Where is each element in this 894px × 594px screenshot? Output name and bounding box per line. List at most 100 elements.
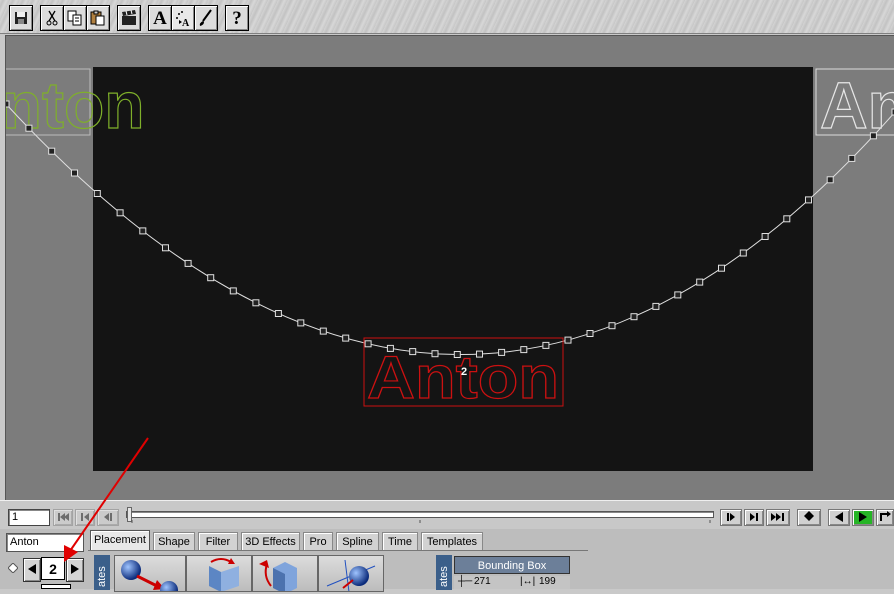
help-label: ? <box>232 7 242 29</box>
save-button[interactable] <box>9 5 33 31</box>
skew-tool-button[interactable] <box>186 555 252 592</box>
rotate-tool-button[interactable] <box>252 555 318 594</box>
tab-label: 3D Effects <box>245 536 296 548</box>
bbox-width-icon: ┼─ <box>458 576 473 587</box>
path-keyframe-handle[interactable] <box>48 147 56 155</box>
play-reverse-button[interactable] <box>828 509 850 526</box>
tab-shape[interactable]: Shape <box>153 532 195 550</box>
panel-side-label: ates <box>94 555 110 590</box>
path-keyframe-handle[interactable] <box>586 330 594 337</box>
axis-tool-button[interactable] <box>318 555 384 593</box>
cut-icon <box>46 10 58 26</box>
tab-time[interactable]: Time <box>382 532 418 550</box>
tab-label: Pro <box>309 536 327 548</box>
path-keyframe-handle[interactable] <box>162 244 169 252</box>
path-keyframe-handle[interactable] <box>139 227 147 235</box>
end-ghost-text: Anton <box>820 68 894 142</box>
path-keyframe-handle[interactable] <box>342 334 350 342</box>
path-keyframe-handle[interactable] <box>848 154 856 162</box>
play-button[interactable] <box>852 509 874 526</box>
path-keyframe-handle[interactable] <box>25 124 33 132</box>
cube-rotate-icon <box>259 560 297 594</box>
add-keyframe-button[interactable] <box>797 509 821 526</box>
object-number[interactable]: 2 <box>41 557 65 580</box>
path-keyframe-handle[interactable] <box>116 209 124 217</box>
copy-button[interactable] <box>63 5 87 31</box>
timeline-ticks <box>131 520 711 523</box>
frame-back-button[interactable] <box>97 509 119 526</box>
path-keyframe-handle[interactable] <box>319 327 327 335</box>
path-keyframe-handle[interactable] <box>869 132 877 140</box>
object-next-field[interactable] <box>41 584 71 589</box>
selected-title[interactable]: Anton 2 <box>363 337 564 412</box>
path-keyframe-handle[interactable] <box>229 287 237 295</box>
tab-label: Placement <box>94 534 146 546</box>
path-keyframe-handle[interactable] <box>674 291 682 299</box>
tab-3d-effects[interactable]: 3D Effects <box>241 532 300 550</box>
path-keyframe-handle[interactable] <box>652 302 660 310</box>
bounding-box-title: Bounding Box <box>454 556 570 574</box>
preview-viewport[interactable]: Anton Anton Anton 2 <box>5 35 894 500</box>
path-keyframe-handle[interactable] <box>297 319 305 327</box>
svg-text:A: A <box>182 18 190 27</box>
path-keyframe-handle[interactable] <box>184 259 192 267</box>
path-keyframe-handle[interactable] <box>783 215 791 223</box>
tab-placement[interactable]: Placement <box>90 530 150 551</box>
prev-object-button[interactable] <box>23 558 41 582</box>
timeline-slider[interactable] <box>126 511 714 518</box>
brush-button[interactable] <box>194 5 218 31</box>
path-keyframe-handle[interactable] <box>718 264 725 272</box>
skip-end-icon <box>771 513 784 521</box>
next-object-button[interactable] <box>66 558 84 582</box>
paste-icon <box>90 10 105 26</box>
text-path-icon: A <box>176 11 190 27</box>
go-start-button[interactable] <box>53 509 73 526</box>
path-keyframe-handle[interactable] <box>630 313 638 321</box>
path-keyframe-handle[interactable] <box>6 100 10 108</box>
path-keyframe-handle[interactable] <box>274 310 282 317</box>
end-ghost-title[interactable]: Anton <box>815 67 894 143</box>
step-forward-button[interactable] <box>744 509 764 526</box>
text-tool-label: A <box>153 7 167 29</box>
cut-button[interactable] <box>40 5 64 31</box>
tab-filter[interactable]: Filter <box>198 532 238 550</box>
paste-button[interactable] <box>86 5 110 31</box>
tab-pro[interactable]: Pro <box>303 532 333 550</box>
bbox-width-value: 271 <box>474 576 491 587</box>
path-keyframe-handle[interactable] <box>71 169 78 177</box>
tab-label: Spline <box>342 536 373 548</box>
tab-label: Shape <box>158 536 190 548</box>
clapper-button[interactable] <box>117 5 141 31</box>
step-back-button[interactable] <box>75 509 95 526</box>
keyframe-toggle-icon[interactable] <box>8 563 18 573</box>
frame-input[interactable]: 1 <box>8 509 50 526</box>
path-keyframe-handle[interactable] <box>93 190 101 197</box>
timeline-bar: 1 <box>0 500 894 529</box>
tab-templates[interactable]: Templates <box>421 532 483 550</box>
object-select[interactable]: Anton <box>6 533 84 552</box>
go-end-button[interactable] <box>766 509 790 526</box>
frame-forward-button[interactable] <box>720 509 742 526</box>
path-keyframe-handle[interactable] <box>207 274 215 282</box>
play-reverse-icon <box>835 512 843 522</box>
path-keyframe-handle[interactable] <box>761 233 769 240</box>
path-keyframe-handle[interactable] <box>826 176 834 184</box>
text-path-button[interactable]: A <box>171 5 195 31</box>
path-keyframe-handle[interactable] <box>696 278 704 286</box>
path-keyframe-handle[interactable] <box>564 336 572 344</box>
tab-label: Time <box>387 536 413 548</box>
tab-spline[interactable]: Spline <box>336 532 379 550</box>
path-keyframe-handle[interactable] <box>805 196 812 204</box>
text-tool-button[interactable]: A <box>148 5 172 31</box>
move-tool-button[interactable] <box>114 555 186 594</box>
loop-button[interactable] <box>876 509 894 526</box>
frame-forward-icon <box>727 513 735 521</box>
path-keyframe-handle[interactable] <box>252 299 260 307</box>
path-keyframe-handle[interactable] <box>608 322 616 330</box>
triangle-left-icon <box>28 564 36 574</box>
bounding-box-values: ┼─ 271 |↔| 199 <box>454 576 570 589</box>
main-toolbar: A A ? <box>0 0 894 34</box>
help-button[interactable]: ? <box>225 5 249 31</box>
motion-path-layer: Anton Anton Anton 2 <box>6 67 894 412</box>
path-keyframe-handle[interactable] <box>739 249 747 257</box>
